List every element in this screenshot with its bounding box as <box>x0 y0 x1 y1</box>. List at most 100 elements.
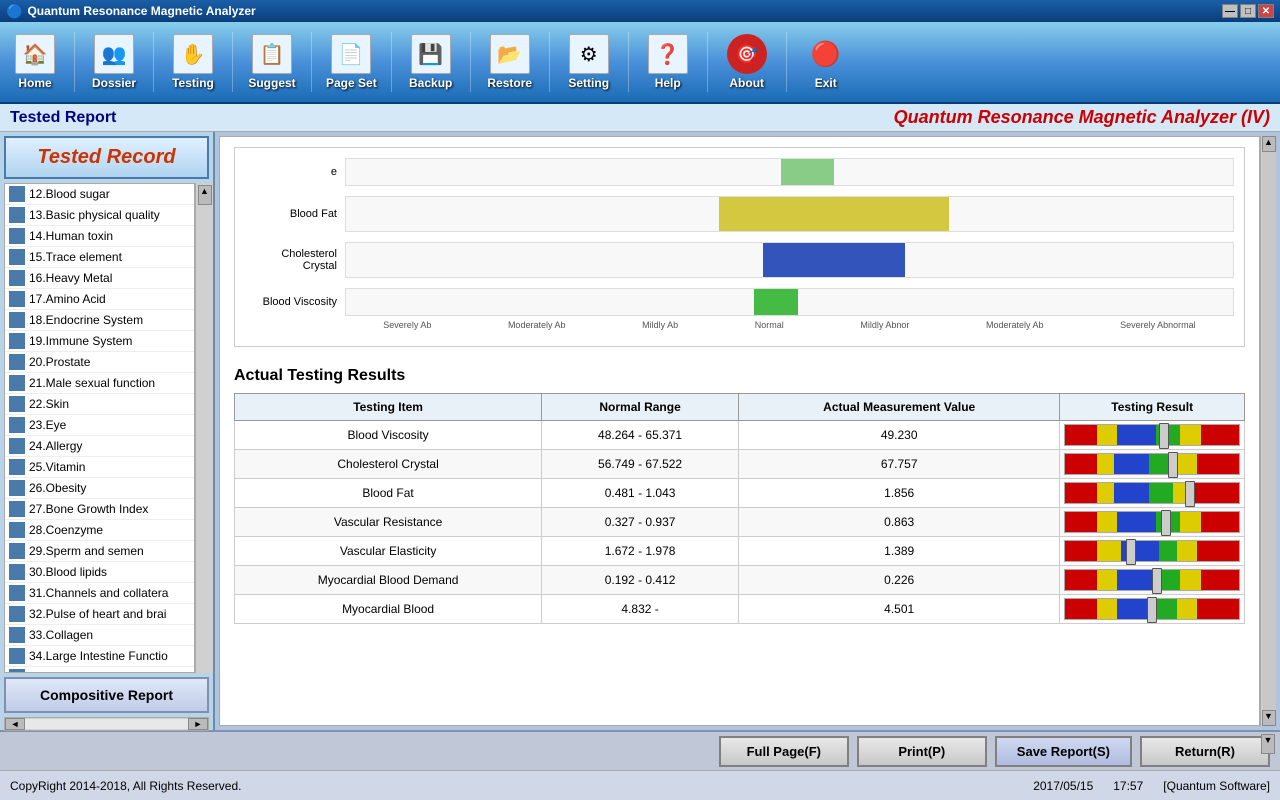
return-btn[interactable]: Return(R) <box>1140 736 1270 767</box>
toolbar-sep-7 <box>549 32 550 92</box>
sidebar-item-icon <box>9 207 25 223</box>
sidebar-item-23[interactable]: 23.Eye <box>5 415 194 436</box>
toolbar-testing[interactable]: ✋ Testing <box>168 34 218 90</box>
sidebar-item-icon <box>9 438 25 454</box>
save-report-btn[interactable]: Save Report(S) <box>995 736 1132 767</box>
cell-value: 4.501 <box>738 595 1059 624</box>
restore-icon: 📂 <box>490 34 530 74</box>
window-controls[interactable]: — □ ✕ <box>1222 4 1274 18</box>
cell-item: Vascular Resistance <box>235 508 542 537</box>
toolbar-help[interactable]: ❓ Help <box>643 34 693 90</box>
sidebar-item-icon <box>9 375 25 391</box>
toolbar-pageset-label: Page Set <box>326 76 377 90</box>
minimize-btn[interactable]: — <box>1222 4 1238 18</box>
table-row: Blood Fat 0.481 - 1.043 1.856 <box>235 479 1245 508</box>
toolbar-help-label: Help <box>655 76 681 90</box>
table-row: Cholesterol Crystal 56.749 - 67.522 67.7… <box>235 450 1245 479</box>
cell-result <box>1060 566 1245 595</box>
toolbar-sep-9 <box>707 32 708 92</box>
maximize-btn[interactable]: □ <box>1240 4 1256 18</box>
sidebar-item-icon <box>9 543 25 559</box>
sidebar-item-25[interactable]: 25.Vitamin <box>5 457 194 478</box>
close-btn[interactable]: ✕ <box>1258 4 1274 18</box>
toolbar-sep-4 <box>311 32 312 92</box>
sidebar-item-icon <box>9 186 25 202</box>
x-label-5: Mildly Abnor <box>860 320 909 330</box>
sidebar-item-13[interactable]: 13.Basic physical quality <box>5 205 194 226</box>
sidebar-item-icon <box>9 333 25 349</box>
cell-range: 1.672 - 1.978 <box>542 537 739 566</box>
toolbar-setting-label: Setting <box>568 76 609 90</box>
cell-result <box>1060 537 1245 566</box>
backup-icon: 💾 <box>411 34 451 74</box>
toolbar: 🏠 Home 👥 Dossier ✋ Testing 📋 Suggest 📄 P… <box>0 22 1280 104</box>
chart-label-bloodfat: Blood Fat <box>245 208 345 220</box>
composite-report-btn[interactable]: Compositive Report <box>4 677 209 713</box>
toolbar-backup[interactable]: 💾 Backup <box>406 34 456 90</box>
bottom-bar: Full Page(F) Print(P) Save Report(S) Ret… <box>0 730 1280 770</box>
toolbar-restore[interactable]: 📂 Restore <box>485 34 535 90</box>
sidebar-item-14[interactable]: 14.Human toxin <box>5 226 194 247</box>
x-label-6: Moderately Ab <box>986 320 1044 330</box>
sidebar-item-33[interactable]: 33.Collagen <box>5 625 194 646</box>
sidebar-header: Tested Record <box>4 136 209 179</box>
sidebar-item-27[interactable]: 27.Bone Growth Index <box>5 499 194 520</box>
toolbar-setting[interactable]: ⚙ Setting <box>564 34 614 90</box>
toolbar-dossier[interactable]: 👥 Dossier <box>89 34 139 90</box>
toolbar-sep-2 <box>153 32 154 92</box>
toolbar-home-label: Home <box>18 76 51 90</box>
content-vscroll[interactable]: ▲ ▼ <box>1260 136 1276 726</box>
sidebar-item-26[interactable]: 26.Obesity <box>5 478 194 499</box>
sidebar-item-icon <box>9 459 25 475</box>
sidebar-item-20[interactable]: 20.Prostate <box>5 352 194 373</box>
sidebar-item-15[interactable]: 15.Trace element <box>5 247 194 268</box>
pageset-icon: 📄 <box>331 34 371 74</box>
sidebar-item-24[interactable]: 24.Allergy <box>5 436 194 457</box>
toolbar-about[interactable]: 🎯 About <box>722 34 772 90</box>
toolbar-suggest-label: Suggest <box>248 76 295 90</box>
window-title: Quantum Resonance Magnetic Analyzer <box>27 4 255 18</box>
sidebar-item-22[interactable]: 22.Skin <box>5 394 194 415</box>
sidebar-item-28[interactable]: 28.Coenzyme <box>5 520 194 541</box>
sidebar-item-21[interactable]: 21.Male sexual function <box>5 373 194 394</box>
sidebar-item-30[interactable]: 30.Blood lipids <box>5 562 194 583</box>
table-row: Myocardial Blood 4.832 - 4.501 <box>235 595 1245 624</box>
dossier-icon: 👥 <box>94 34 134 74</box>
testing-icon: ✋ <box>173 34 213 74</box>
sidebar-item-32[interactable]: 32.Pulse of heart and brai <box>5 604 194 625</box>
toolbar-suggest[interactable]: 📋 Suggest <box>247 34 297 90</box>
sidebar-item-29[interactable]: 29.Sperm and semen <box>5 541 194 562</box>
sidebar: Tested Record 12.Blood sugar13.Basic phy… <box>0 132 215 730</box>
col-header-range: Normal Range <box>542 394 739 421</box>
sidebar-item-31[interactable]: 31.Channels and collatera <box>5 583 194 604</box>
cell-value: 67.757 <box>738 450 1059 479</box>
toolbar-pageset[interactable]: 📄 Page Set <box>326 34 377 90</box>
sidebar-hscroll[interactable]: ◄ ► <box>4 717 209 731</box>
toolbar-exit[interactable]: 🔴 Exit <box>801 34 851 90</box>
help-icon: ❓ <box>648 34 688 74</box>
print-btn[interactable]: Print(P) <box>857 736 987 767</box>
sidebar-item-icon <box>9 228 25 244</box>
full-page-btn[interactable]: Full Page(F) <box>719 736 849 767</box>
toolbar-home[interactable]: 🏠 Home <box>10 34 60 90</box>
sidebar-item-icon <box>9 417 25 433</box>
table-row: Myocardial Blood Demand 0.192 - 0.412 0.… <box>235 566 1245 595</box>
sidebar-item-34[interactable]: 34.Large Intestine Functio <box>5 646 194 667</box>
sidebar-item-17[interactable]: 17.Amino Acid <box>5 289 194 310</box>
chart-bar-e <box>345 158 1234 186</box>
toolbar-exit-label: Exit <box>815 76 837 90</box>
sidebar-item-icon <box>9 501 25 517</box>
chart-bar-cholesterol <box>345 242 1234 278</box>
cell-value: 0.863 <box>738 508 1059 537</box>
home-icon: 🏠 <box>15 34 55 74</box>
sidebar-item-35[interactable]: 35.Thyroid <box>5 667 194 673</box>
sidebar-item-12[interactable]: 12.Blood sugar <box>5 184 194 205</box>
sidebar-item-icon <box>9 291 25 307</box>
sidebar-scrollbar[interactable]: ▲ ▼ <box>195 183 213 673</box>
sidebar-item-19[interactable]: 19.Immune System <box>5 331 194 352</box>
col-header-value: Actual Measurement Value <box>738 394 1059 421</box>
results-title: Actual Testing Results <box>234 367 1245 385</box>
sidebar-item-18[interactable]: 18.Endocrine System <box>5 310 194 331</box>
sidebar-item-16[interactable]: 16.Heavy Metal <box>5 268 194 289</box>
sidebar-item-icon <box>9 585 25 601</box>
